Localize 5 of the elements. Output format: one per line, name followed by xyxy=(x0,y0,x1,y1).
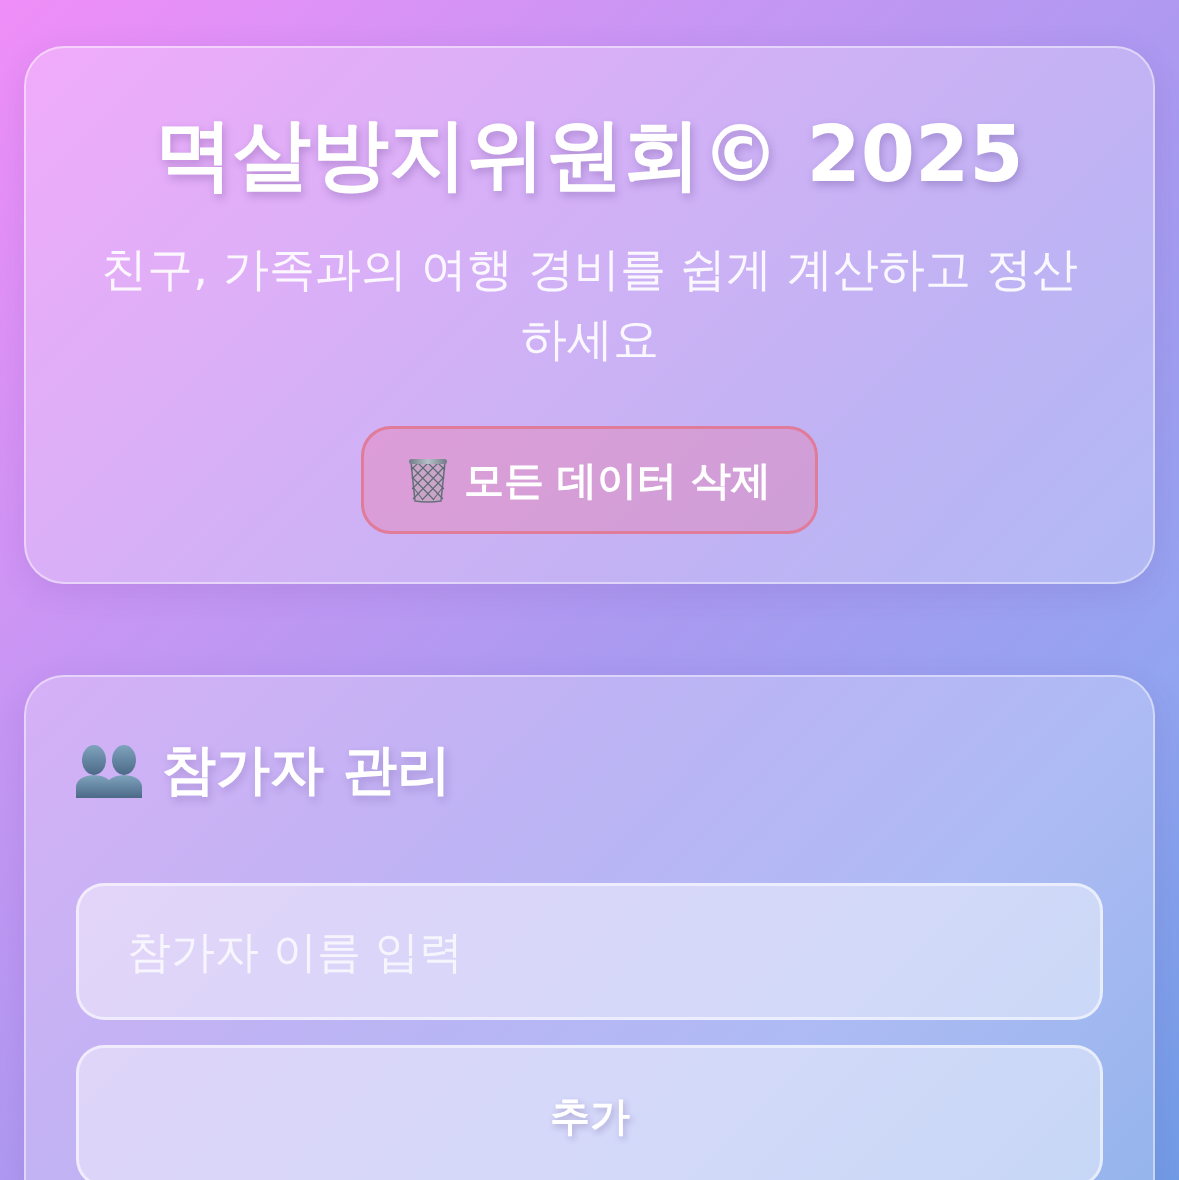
section-heading: 참가자 관리 xyxy=(162,737,451,802)
app-title: 멱살방지위원회© 2025 xyxy=(154,108,1025,201)
app-subtitle: 친구, 가족과의 여행 경비를 쉽게 계산하고 정산하세요 xyxy=(100,241,1079,368)
delete-all-data-button[interactable]: 모든 데이터 삭제 xyxy=(361,426,818,534)
wastebasket-icon xyxy=(407,457,448,503)
